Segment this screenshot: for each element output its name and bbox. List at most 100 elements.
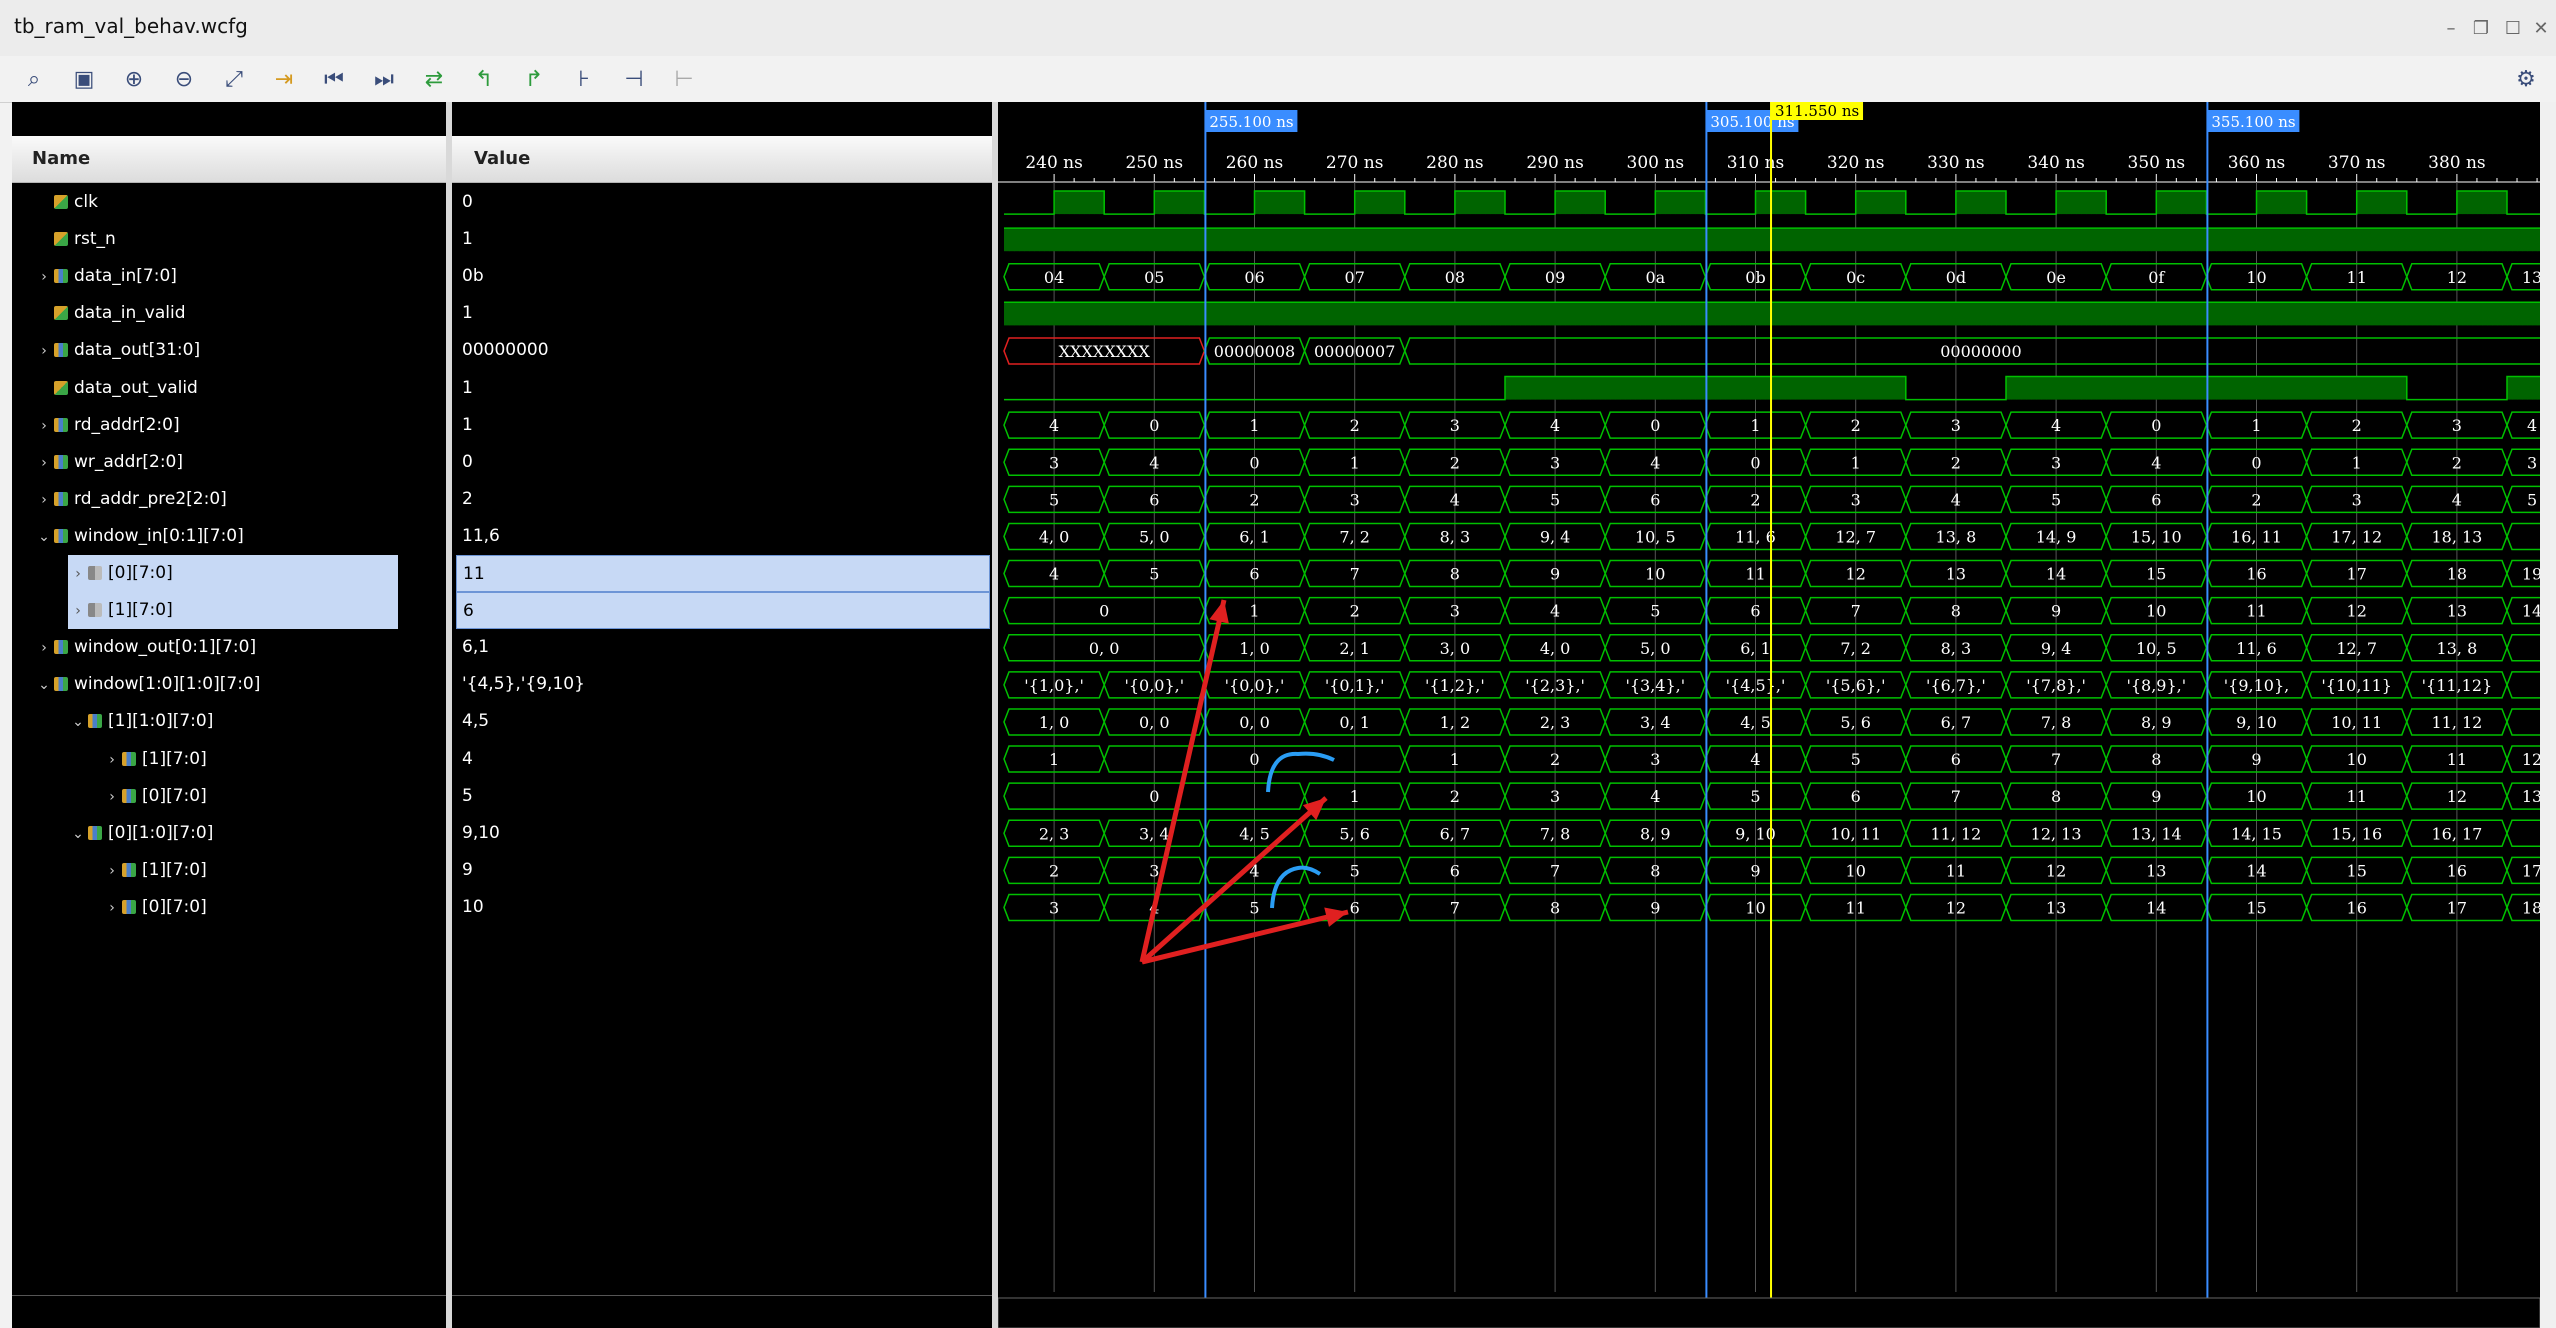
data-in-valid-fill <box>1560 302 1566 326</box>
signal-value[interactable]: 0 <box>456 184 990 221</box>
signal-name-row[interactable]: clk <box>34 184 446 221</box>
zoom-fit-icon[interactable]: ⤢ <box>216 62 252 96</box>
expand-chevron-icon[interactable]: › <box>102 853 122 890</box>
signal-name-row[interactable]: › [1][7:0] <box>102 852 446 889</box>
signal-name-row[interactable]: › window_out[0:1][7:0] <box>34 629 446 666</box>
expand-chevron-icon[interactable]: › <box>34 259 54 296</box>
signal-value[interactable]: 11,6 <box>456 518 990 555</box>
window-0-value: 12, 13 <box>2031 824 2082 843</box>
signal-name-row[interactable]: › data_in[7:0] <box>34 258 446 295</box>
clk-fill <box>1194 191 1200 215</box>
clk-fill <box>1074 191 1080 215</box>
signal-name-row[interactable]: data_out_valid <box>34 370 446 407</box>
data-in-valid-fill <box>2361 302 2368 326</box>
signal-value[interactable]: 00000000 <box>456 332 990 369</box>
signal-value[interactable]: 4 <box>456 741 990 778</box>
data-in-valid-fill <box>1525 302 1531 326</box>
go-to-cursor-icon[interactable]: ⇥ <box>266 62 302 96</box>
rst-n-fill <box>1995 228 2002 252</box>
signal-value[interactable]: 1 <box>456 221 990 258</box>
maximize-icon[interactable]: ☐ <box>2502 18 2524 40</box>
collapse-chevron-icon[interactable]: ⌄ <box>68 704 88 741</box>
data-out-value: 00000008 <box>1214 342 1295 361</box>
collapse-chevron-icon[interactable]: ⌄ <box>34 519 54 556</box>
settings-icon[interactable]: ⚙ <box>2508 62 2544 96</box>
signal-name-row[interactable]: rst_n <box>34 221 446 258</box>
expand-chevron-icon[interactable]: › <box>34 445 54 482</box>
signal-value[interactable]: 0b <box>456 258 990 295</box>
go-to-start-icon[interactable]: ⏮ <box>316 62 352 96</box>
window-0-1-value: 6 <box>1450 861 1460 880</box>
signal-name-row[interactable]: › [0][7:0] <box>102 889 446 926</box>
zoom-out-icon[interactable]: ⊖ <box>166 62 202 96</box>
expand-chevron-icon[interactable]: › <box>102 890 122 927</box>
signal-value[interactable]: 6 <box>456 592 990 630</box>
waveform-canvas[interactable]: 240 ns 250 ns 260 ns 270 ns 280 ns 290 ns 300 … <box>998 102 2540 1328</box>
waveform-panel[interactable]: 240 ns 250 ns 260 ns 270 ns 280 ns 290 ns 300 … <box>998 102 2556 1328</box>
signal-name-row[interactable]: ⌄ [1][1:0][7:0] <box>68 703 446 740</box>
signal-name-row[interactable]: data_in_valid <box>34 295 446 332</box>
search-icon[interactable]: ⌕ <box>16 62 52 96</box>
signal-value[interactable]: 0 <box>456 444 990 481</box>
signal-name-row[interactable]: ⌄ window_in[0:1][7:0] <box>34 518 446 555</box>
signal-name-row[interactable]: › [1][7:0] <box>102 741 446 778</box>
next-marker-icon[interactable]: ⊢ <box>666 62 702 96</box>
clk-fill <box>2196 191 2202 215</box>
expand-chevron-icon[interactable]: › <box>68 593 88 630</box>
rst-n-fill <box>2461 228 2468 252</box>
expand-chevron-icon[interactable]: › <box>34 482 54 519</box>
clk-fill <box>1985 191 1992 215</box>
go-to-end-icon[interactable]: ⏭ <box>366 62 402 96</box>
signal-name-row[interactable]: › [0][7:0] <box>102 778 446 815</box>
expand-chevron-icon[interactable]: › <box>34 630 54 667</box>
previous-marker-icon[interactable]: ⊣ <box>616 62 652 96</box>
expand-chevron-icon[interactable]: › <box>102 779 122 816</box>
signal-value[interactable]: 10 <box>456 889 990 926</box>
expand-chevron-icon[interactable]: › <box>34 408 54 445</box>
signal-value[interactable]: 1 <box>456 370 990 407</box>
collapse-chevron-icon[interactable]: ⌄ <box>34 667 54 704</box>
expand-chevron-icon[interactable]: › <box>102 742 122 779</box>
name-column-header[interactable]: Name <box>12 136 446 183</box>
rst-n-fill <box>1605 228 1611 252</box>
value-column-header[interactable]: Value <box>452 136 992 183</box>
swap-cursors-icon[interactable]: ⇄ <box>416 62 452 96</box>
signal-value[interactable]: 6,1 <box>456 629 990 666</box>
expand-chevron-icon[interactable]: › <box>34 333 54 370</box>
signal-name-row[interactable]: ⌄ [0][1:0][7:0] <box>68 815 446 852</box>
waveform-vertical-scrollbar[interactable] <box>2540 102 2556 1328</box>
signal-value[interactable]: 5 <box>456 778 990 815</box>
close-icon[interactable]: ✕ <box>2530 18 2552 40</box>
signal-name-row[interactable]: ⌄ window[1:0][1:0][7:0] <box>34 666 446 703</box>
data-in-valid-fill <box>1685 302 1691 326</box>
add-marker-icon[interactable]: ⊦ <box>566 62 602 96</box>
signal-value[interactable]: 9,10 <box>456 815 990 852</box>
signal-name-row[interactable]: › rd_addr[2:0] <box>34 407 446 444</box>
signal-value[interactable]: 2 <box>456 481 990 518</box>
signal-name-row[interactable]: › wr_addr[2:0] <box>34 444 446 481</box>
restore-icon[interactable]: ❐ <box>2470 18 2492 40</box>
signal-value[interactable]: 1 <box>456 407 990 444</box>
data-out-valid-fill <box>2391 376 2398 400</box>
signal-name-row[interactable]: › [0][7:0] <box>68 555 398 592</box>
window-value: '{11,12} <box>2422 676 2493 695</box>
window-0-value: 15, 16 <box>2331 824 2382 843</box>
save-icon[interactable]: ▣ <box>66 62 102 96</box>
previous-transition-icon[interactable]: ↰ <box>466 62 502 96</box>
waveform-horizontal-scrollbar[interactable] <box>998 1297 2540 1328</box>
expand-chevron-icon[interactable]: › <box>68 556 88 593</box>
zoom-in-icon[interactable]: ⊕ <box>116 62 152 96</box>
signal-name-row[interactable]: › [1][7:0] <box>68 592 398 630</box>
clk-fill <box>1865 191 1872 215</box>
rst-n-fill <box>1259 228 1266 252</box>
signal-value[interactable]: 11 <box>456 555 990 592</box>
signal-value[interactable]: '{4,5},'{9,10} <box>456 666 990 703</box>
signal-value[interactable]: 4,5 <box>456 703 990 740</box>
collapse-chevron-icon[interactable]: ⌄ <box>68 816 88 853</box>
signal-value[interactable]: 1 <box>456 295 990 332</box>
signal-name-row[interactable]: › rd_addr_pre2[2:0] <box>34 481 446 518</box>
next-transition-icon[interactable]: ↱ <box>516 62 552 96</box>
signal-value[interactable]: 9 <box>456 852 990 889</box>
minimize-icon[interactable]: – <box>2440 18 2462 40</box>
signal-name-row[interactable]: › data_out[31:0] <box>34 332 446 369</box>
